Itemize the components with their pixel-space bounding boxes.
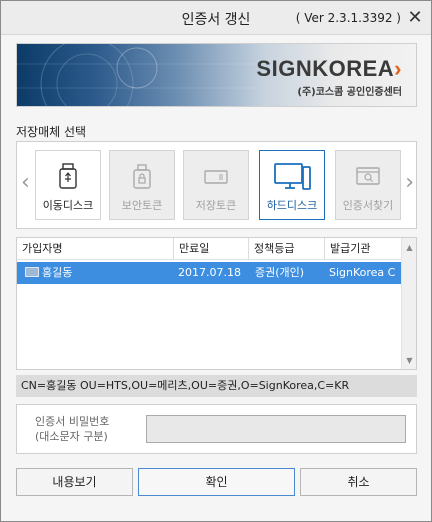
security-token-icon — [133, 164, 151, 189]
scroll-down-icon: ▼ — [406, 355, 413, 365]
storage-cert-search[interactable]: 인증서찾기 — [335, 150, 401, 220]
storage-label: 저장토큰 — [195, 199, 237, 212]
column-header-expiry[interactable]: 만료일 — [174, 238, 249, 260]
scroll-up-button[interactable]: ▲ — [402, 240, 416, 254]
brand-logo: SIGNKOREA› (주)코스콤 공인인증센터 — [256, 56, 402, 98]
storage-selector: ‹ 이동디스크 보안토큰 저장토큰 하드디스크 인증서찾기 › — [16, 141, 417, 229]
storage-token-icon — [204, 170, 228, 184]
chevron-right-icon: › — [405, 170, 414, 195]
storage-prev-button[interactable]: ‹ — [21, 170, 30, 195]
view-details-button[interactable]: 내용보기 — [16, 468, 133, 496]
certificate-dn: CN=홍길동 OU=HTS,OU=메리츠,OU=증권,O=SignKorea,C… — [16, 375, 417, 397]
storage-hard-disk[interactable]: 하드디스크 — [259, 150, 325, 220]
cell-subscriber: 홍길동 — [20, 262, 174, 284]
signkorea-banner: SIGNKOREA› (주)코스콤 공인인증센터 — [16, 43, 417, 107]
brand-arrow-icon: › — [394, 56, 402, 81]
column-header-policy[interactable]: 정책등급 — [249, 238, 325, 260]
cell-issuer: SignKorea C — [329, 266, 396, 279]
password-section: 인증서 비밀번호 (대소문자 구분) — [16, 404, 417, 454]
cell-expiry: 2017.07.18 — [178, 266, 241, 279]
close-icon: ✕ — [407, 6, 423, 28]
cert-search-icon — [356, 167, 380, 185]
storage-label: 인증서찾기 — [342, 199, 394, 212]
brand-subtitle: (주)코스콤 공인인증센터 — [297, 87, 402, 98]
scroll-down-button[interactable]: ▼ — [402, 353, 416, 367]
certificate-icon — [25, 267, 39, 277]
column-header-issuer[interactable]: 발급기관 — [325, 238, 402, 260]
cell-policy: 증권(개인) — [255, 266, 305, 279]
storage-label: 이동디스크 — [42, 199, 94, 212]
password-label-line1: 인증서 비밀번호 — [35, 415, 110, 428]
password-input[interactable] — [146, 415, 406, 443]
storage-removable-disk[interactable]: 이동디스크 — [35, 150, 101, 220]
cert-renew-window: 인증서 갱신 ( Ver 2.3.1.3392 ) ✕ SIGNKOREA› (… — [0, 0, 432, 522]
password-label-line2: (대소문자 구분) — [35, 430, 108, 443]
version-label: ( Ver 2.3.1.3392 ) — [295, 11, 401, 25]
brand-name: SIGNKOREA — [256, 56, 395, 81]
column-header-subscriber[interactable]: 가입자명 — [17, 238, 174, 260]
storage-section-label: 저장매체 선택 — [16, 125, 87, 139]
certificate-table: 가입자명 만료일 정책등급 발급기관 홍길동 2017.07.18 증권(개인)… — [16, 237, 417, 370]
scroll-up-icon: ▲ — [406, 242, 413, 252]
cancel-button[interactable]: 취소 — [300, 468, 417, 496]
banner-graphic — [17, 44, 257, 106]
table-header: 가입자명 만료일 정책등급 발급기관 — [17, 238, 402, 260]
storage-security-token[interactable]: 보안토큰 — [109, 150, 175, 220]
chevron-left-icon: ‹ — [21, 170, 30, 195]
hard-disk-icon — [274, 163, 311, 190]
storage-next-button[interactable]: › — [405, 170, 414, 195]
usb-drive-icon — [59, 163, 77, 189]
table-scrollbar[interactable]: ▲ ▼ — [401, 238, 416, 369]
storage-label: 보안토큰 — [121, 199, 163, 212]
table-row[interactable]: 홍길동 2017.07.18 증권(개인) SignKorea C — [17, 262, 402, 284]
subscriber-name: 홍길동 — [42, 266, 73, 279]
storage-storage-token[interactable]: 저장토큰 — [183, 150, 249, 220]
storage-label: 하드디스크 — [266, 199, 318, 212]
ok-button[interactable]: 확인 — [138, 468, 295, 496]
close-button[interactable]: ✕ — [405, 6, 425, 28]
title-bar[interactable]: 인증서 갱신 ( Ver 2.3.1.3392 ) ✕ — [1, 1, 431, 35]
password-label: 인증서 비밀번호 (대소문자 구분) — [35, 414, 109, 444]
